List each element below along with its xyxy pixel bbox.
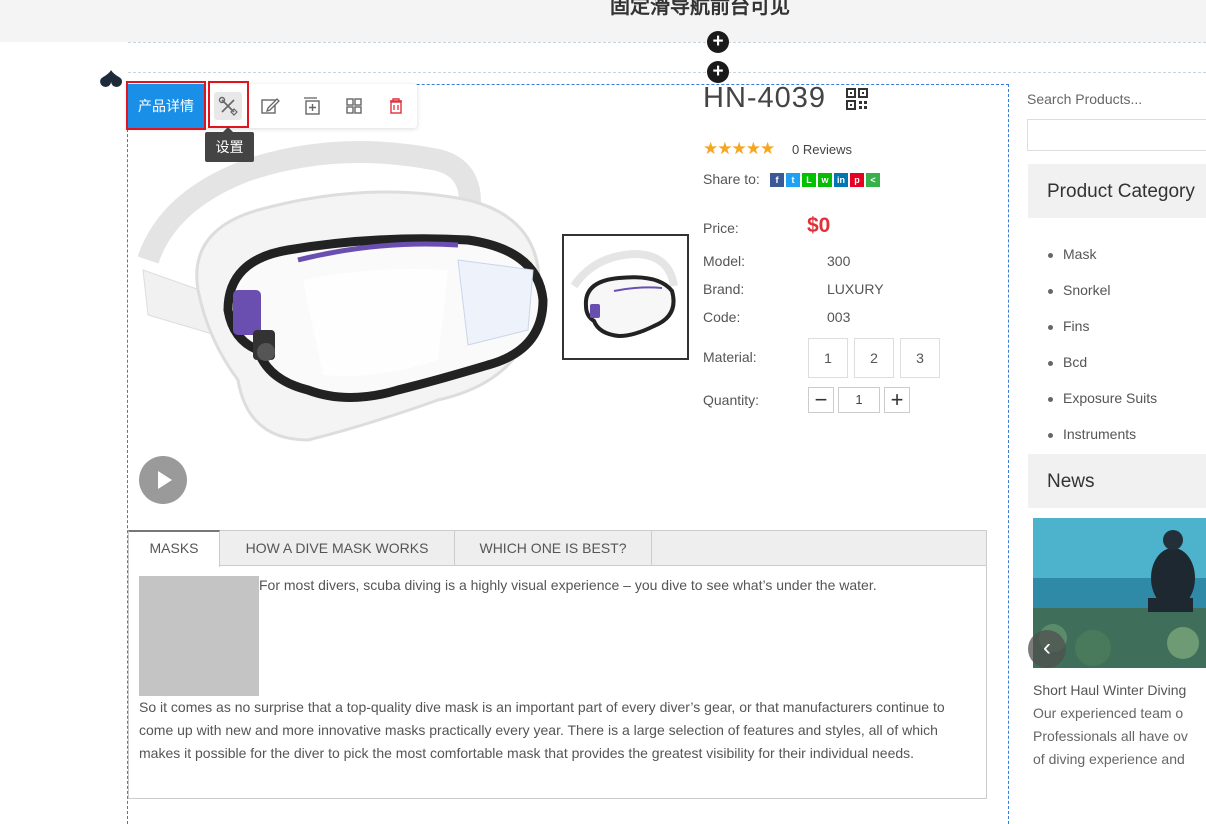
news-title-heading: News: [1047, 471, 1095, 492]
category-item-instruments[interactable]: Instruments: [1047, 426, 1136, 442]
pinterest-icon[interactable]: p: [850, 173, 864, 187]
twitter-icon[interactable]: t: [786, 173, 800, 187]
reviews-count[interactable]: 0 Reviews: [792, 142, 852, 157]
line-icon[interactable]: L: [802, 173, 816, 187]
quantity-input[interactable]: 1: [838, 387, 880, 413]
material-option-3[interactable]: 3: [900, 338, 940, 378]
news-excerpt-line: Professionals all have ov: [1033, 728, 1188, 744]
quantity-label: Quantity:: [703, 392, 760, 408]
tab-which-one-is-best[interactable]: WHICH ONE IS BEST?: [455, 530, 652, 566]
description-intro: For most divers, scuba diving is a highl…: [259, 577, 877, 593]
settings-tooltip: 设置: [205, 127, 254, 162]
material-label: Material:: [703, 349, 757, 365]
price-label: Price:: [703, 220, 739, 236]
model-label: Model:: [703, 253, 746, 269]
code-label: Code:: [703, 309, 741, 325]
wechat-icon[interactable]: w: [818, 173, 832, 187]
page-header-title: 固定滑导航前台可见: [610, 0, 790, 18]
brand-value: LUXURY: [827, 281, 884, 297]
description-image-placeholder: [139, 576, 259, 696]
category-item-bcd[interactable]: Bcd: [1047, 354, 1087, 370]
category-item-exposure-suits[interactable]: Exposure Suits: [1047, 390, 1157, 406]
brand-label: Brand:: [703, 281, 745, 297]
category-item-snorkel[interactable]: Snorkel: [1047, 282, 1110, 298]
category-item-mask[interactable]: Mask: [1047, 246, 1096, 262]
search-input[interactable]: [1027, 119, 1206, 151]
heart-icon[interactable]: ❥: [96, 62, 129, 92]
add-icon[interactable]: [298, 92, 326, 120]
add-section-button[interactable]: +: [707, 31, 729, 53]
tab-how-a-dive-mask-works[interactable]: HOW A DIVE MASK WORKS: [220, 530, 455, 566]
product-title: HN-4039: [703, 82, 827, 114]
product-main-image[interactable]: [138, 140, 550, 445]
material-option-2[interactable]: 2: [854, 338, 894, 378]
rating-stars: ★★★★★: [703, 139, 775, 158]
search-label: Search Products...: [1027, 91, 1143, 107]
quantity-decrease-button[interactable]: −: [808, 387, 834, 413]
description-tabs: MASKS HOW A DIVE MASK WORKS WHICH ONE IS…: [128, 530, 987, 567]
product-thumbnail[interactable]: [562, 234, 689, 360]
news-excerpt-line: of diving experience and: [1033, 751, 1185, 767]
price-value: $0: [807, 214, 831, 237]
tab-masks[interactable]: MASKS: [128, 530, 220, 567]
news-excerpt-line: Our experienced team o: [1033, 705, 1184, 721]
share-label: Share to:: [703, 171, 760, 187]
product-category-heading: Product Category: [1028, 164, 1206, 218]
news-prev-arrow-icon[interactable]: ‹: [1028, 630, 1066, 668]
add-module-button[interactable]: +: [707, 61, 729, 83]
linkedin-icon[interactable]: in: [834, 173, 848, 187]
highlight-frame-label: [126, 81, 206, 130]
code-value: 003: [827, 309, 851, 325]
sharethis-icon[interactable]: <: [866, 173, 880, 187]
qr-code-icon[interactable]: [846, 88, 868, 110]
category-item-fins[interactable]: Fins: [1047, 318, 1089, 334]
share-icons: f t Lw in p <: [770, 173, 882, 187]
news-item-title[interactable]: Short Haul Winter Diving: [1033, 682, 1186, 698]
product-category-title: Product Category: [1047, 181, 1195, 202]
quantity-increase-button[interactable]: +: [884, 387, 910, 413]
edit-icon[interactable]: [256, 92, 284, 120]
highlight-frame-settings: [208, 81, 249, 128]
section-divider: [128, 42, 1206, 43]
description-body: So it comes as no surprise that a top-qu…: [139, 699, 945, 761]
top-bar: 固定滑导航前台可见: [0, 0, 1206, 42]
layout-grid-icon[interactable]: [340, 92, 368, 120]
news-heading: News: [1028, 454, 1206, 508]
model-value: 300: [827, 253, 851, 269]
play-video-button[interactable]: [139, 456, 187, 504]
material-option-1[interactable]: 1: [808, 338, 848, 378]
section-divider: [128, 72, 1206, 73]
delete-icon[interactable]: [382, 92, 410, 120]
facebook-icon[interactable]: f: [770, 173, 784, 187]
